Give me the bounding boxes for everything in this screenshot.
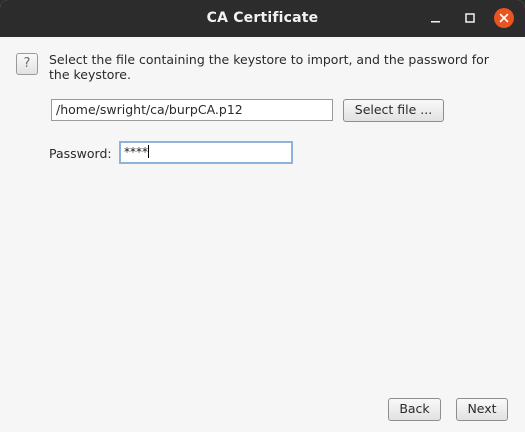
next-button[interactable]: Next: [456, 398, 508, 421]
instructions-text: Select the file containing the keystore …: [49, 52, 489, 82]
password-value: ****: [124, 145, 148, 159]
dialog-content: ? Select the file containing the keystor…: [0, 37, 525, 432]
maximize-icon: [465, 13, 475, 23]
title-bar[interactable]: CA Certificate: [0, 0, 525, 37]
password-field[interactable]: ****: [119, 141, 293, 164]
window-title: CA Certificate: [206, 10, 319, 26]
maximize-button[interactable]: [460, 8, 480, 28]
text-caret: [148, 145, 149, 158]
select-file-button[interactable]: Select file ...: [343, 99, 444, 122]
back-button[interactable]: Back: [388, 398, 441, 421]
keystore-file-path-field[interactable]: /home/swright/ca/burpCA.p12: [51, 99, 333, 121]
question-icon: ?: [16, 53, 38, 75]
ca-certificate-dialog: CA Certificate ? Select the file contain…: [0, 0, 525, 432]
password-label: Password:: [49, 146, 112, 161]
close-button[interactable]: [494, 8, 514, 28]
close-icon: [499, 13, 509, 23]
minimize-button[interactable]: [426, 8, 446, 28]
minimize-icon: [431, 21, 440, 23]
